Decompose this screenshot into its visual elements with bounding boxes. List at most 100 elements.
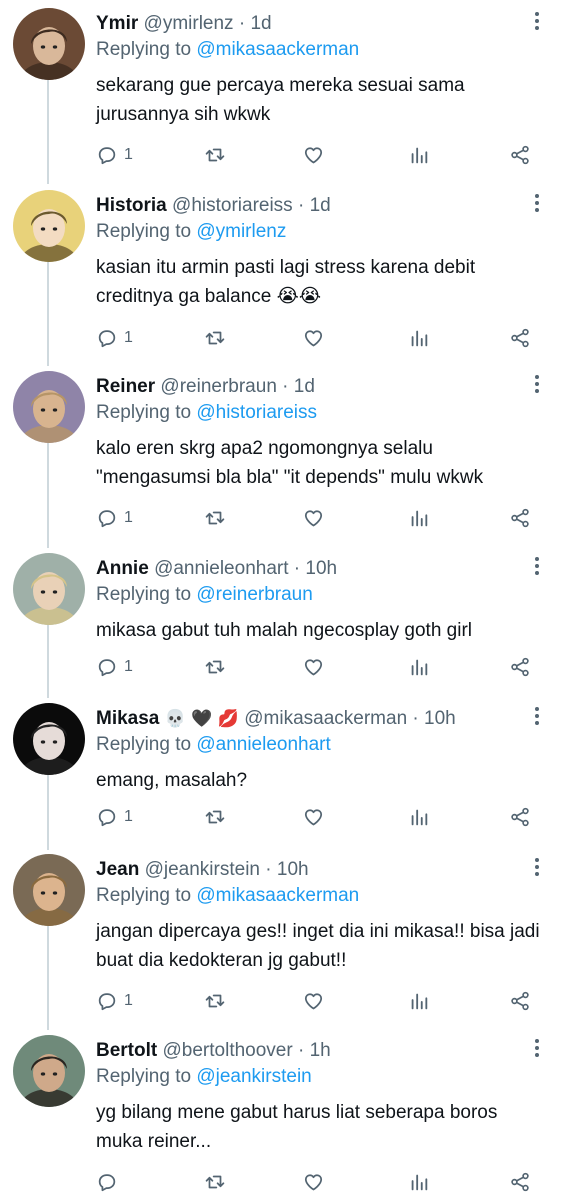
reply-tweet: Jean @jeankirstein · 10h Replying to @mik…	[0, 846, 565, 1027]
more-options-icon[interactable]	[533, 858, 541, 880]
replying-to-mention[interactable]: @mikasaackerman	[196, 885, 359, 906]
like-button[interactable]	[302, 1169, 325, 1195]
retweet-button[interactable]	[203, 142, 227, 168]
reply-icon	[96, 327, 118, 349]
more-options-icon[interactable]	[533, 194, 541, 216]
avatar[interactable]	[13, 854, 85, 926]
like-button[interactable]	[302, 325, 325, 351]
user-handle[interactable]: @mikasaackerman	[244, 708, 407, 729]
display-name[interactable]: Annie	[96, 558, 149, 579]
reply-tweet: Ymir @ymirlenz · 1d Replying to @mikasaac…	[0, 0, 565, 182]
retweet-button[interactable]	[203, 654, 227, 680]
replying-to-mention[interactable]: @jeankirstein	[196, 1066, 311, 1087]
display-name[interactable]: Jean	[96, 859, 139, 880]
separator-dot: ·	[260, 859, 277, 880]
reply-button[interactable]: 1	[96, 142, 133, 168]
reply-tweet: Historia @historiareiss · 1d Replying to …	[0, 182, 565, 363]
user-handle[interactable]: @jeankirstein	[145, 859, 260, 880]
share-button[interactable]	[509, 505, 531, 531]
reply-button[interactable]: 1	[96, 505, 133, 531]
replying-to-label: Replying to	[96, 402, 192, 423]
share-icon	[509, 806, 531, 828]
reply-icon	[96, 507, 118, 529]
view-stats-button[interactable]	[408, 654, 430, 680]
share-button[interactable]	[509, 804, 531, 830]
display-name[interactable]: Mikasa	[96, 708, 159, 729]
name-emoji: 💀 🖤 💋	[164, 709, 239, 729]
more-options-icon[interactable]	[533, 375, 541, 397]
more-options-icon[interactable]	[533, 1039, 541, 1061]
timestamp[interactable]: 10h	[305, 558, 337, 579]
timestamp[interactable]: 1h	[310, 1040, 331, 1061]
retweet-button[interactable]	[203, 505, 227, 531]
replying-to-label: Replying to	[96, 221, 192, 242]
timestamp[interactable]: 1d	[250, 13, 271, 34]
stats-icon	[408, 144, 430, 166]
replying-to-label: Replying to	[96, 885, 192, 906]
more-options-icon[interactable]	[533, 12, 541, 34]
reply-button[interactable]	[96, 1169, 118, 1195]
reply-tweet: Annie @annieleonhart · 10h Replying to @r…	[0, 545, 565, 695]
display-name[interactable]: Reiner	[96, 376, 155, 397]
avatar[interactable]	[13, 553, 85, 625]
retweet-button[interactable]	[203, 325, 227, 351]
replying-to-mention[interactable]: @ymirlenz	[196, 221, 286, 242]
replying-to: Replying to @reinerbraun	[96, 583, 313, 607]
more-options-icon[interactable]	[533, 707, 541, 729]
share-button[interactable]	[509, 325, 531, 351]
display-name[interactable]: Historia	[96, 195, 167, 216]
reply-button[interactable]: 1	[96, 654, 133, 680]
user-handle[interactable]: @historiareiss	[172, 195, 293, 216]
user-handle[interactable]: @reinerbraun	[160, 376, 276, 397]
like-button[interactable]	[302, 988, 325, 1014]
share-icon	[509, 327, 531, 349]
like-icon	[302, 327, 325, 349]
tweet-text: yg bilang mene gabut harus liat seberapa…	[96, 1102, 498, 1152]
like-button[interactable]	[302, 804, 325, 830]
reply-button[interactable]: 1	[96, 804, 133, 830]
view-stats-button[interactable]	[408, 1169, 430, 1195]
reply-button[interactable]: 1	[96, 325, 133, 351]
like-button[interactable]	[302, 654, 325, 680]
timestamp[interactable]: 1d	[310, 195, 331, 216]
like-button[interactable]	[302, 142, 325, 168]
user-handle[interactable]: @bertolthoover	[163, 1040, 293, 1061]
share-button[interactable]	[509, 1169, 531, 1195]
user-handle[interactable]: @annieleonhart	[154, 558, 288, 579]
user-handle[interactable]: @ymirlenz	[144, 13, 234, 34]
tweet-header: Ymir @ymirlenz · 1d	[96, 12, 272, 36]
share-button[interactable]	[509, 654, 531, 680]
view-stats-button[interactable]	[408, 804, 430, 830]
timestamp[interactable]: 10h	[424, 708, 456, 729]
avatar[interactable]	[13, 190, 85, 262]
retweet-button[interactable]	[203, 1169, 227, 1195]
avatar[interactable]	[13, 8, 85, 80]
timestamp[interactable]: 1d	[294, 376, 315, 397]
view-stats-button[interactable]	[408, 988, 430, 1014]
replying-to-mention[interactable]: @historiareiss	[196, 402, 317, 423]
avatar[interactable]	[13, 371, 85, 443]
display-name[interactable]: Bertolt	[96, 1040, 157, 1061]
more-options-icon[interactable]	[533, 557, 541, 579]
like-icon	[302, 990, 325, 1012]
replying-to-mention[interactable]: @annieleonhart	[196, 734, 330, 755]
retweet-button[interactable]	[203, 988, 227, 1014]
tweet-actions: 1	[96, 325, 541, 351]
timestamp[interactable]: 10h	[277, 859, 309, 880]
share-button[interactable]	[509, 988, 531, 1014]
reply-count: 1	[124, 808, 133, 825]
tweet-header: Jean @jeankirstein · 10h	[96, 858, 309, 882]
display-name[interactable]: Ymir	[96, 13, 138, 34]
view-stats-button[interactable]	[408, 325, 430, 351]
view-stats-button[interactable]	[408, 505, 430, 531]
replying-to-mention[interactable]: @reinerbraun	[196, 584, 312, 605]
avatar[interactable]	[13, 703, 85, 775]
separator-dot: ·	[407, 708, 425, 729]
retweet-button[interactable]	[203, 804, 227, 830]
avatar[interactable]	[13, 1035, 85, 1107]
replying-to-mention[interactable]: @mikasaackerman	[196, 39, 359, 60]
view-stats-button[interactable]	[408, 142, 430, 168]
like-button[interactable]	[302, 505, 325, 531]
reply-button[interactable]: 1	[96, 988, 133, 1014]
share-button[interactable]	[509, 142, 531, 168]
